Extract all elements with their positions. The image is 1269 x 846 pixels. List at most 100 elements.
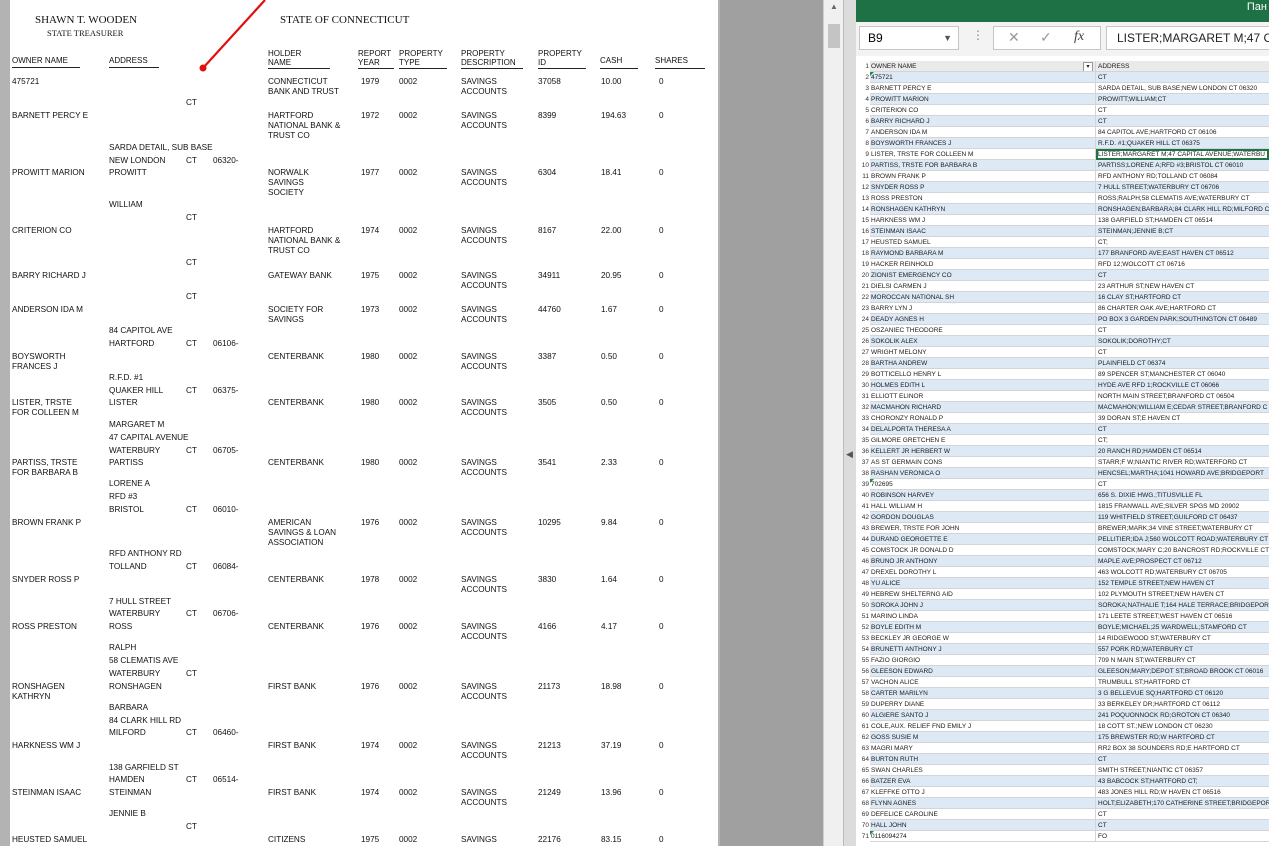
row-number[interactable]: 44 <box>856 534 869 545</box>
table-row[interactable]: 70 HALL JOHN CT <box>856 820 1269 831</box>
cell-address[interactable]: SARDA DETAIL, SUB BASE;NEW LONDON CT 063… <box>1096 83 1269 94</box>
cell-address[interactable]: CT <box>1096 809 1269 820</box>
cell-address[interactable]: FO <box>1096 831 1269 842</box>
table-row[interactable]: 55 FAZIO GIORGIO 709 N MAIN ST;WATERBURY C… <box>856 655 1269 666</box>
table-row[interactable]: 15 HARKNESS WM J 138 GARFIELD ST;HAMDEN CT… <box>856 215 1269 226</box>
cell-address[interactable]: 3 G BELLEVUE SQ;HARTFORD CT 06120 <box>1096 688 1269 699</box>
row-number[interactable]: 1 <box>856 61 869 72</box>
cell-owner-name[interactable]: YU ALICE <box>870 578 1096 589</box>
insert-function-icon[interactable]: fx <box>1074 29 1084 45</box>
row-number[interactable]: 23 <box>856 303 869 314</box>
row-number[interactable]: 31 <box>856 391 869 402</box>
row-number[interactable]: 32 <box>856 402 869 413</box>
cell-owner-name[interactable]: DIELSI CARMEN J <box>870 281 1096 292</box>
row-number[interactable]: 70 <box>856 820 869 831</box>
table-row[interactable]: 11 BROWN FRANK P RFD ANTHONY RD;TOLLAND CT… <box>856 171 1269 182</box>
cell-address[interactable]: CT <box>1096 116 1269 127</box>
cell-owner-name[interactable]: RONSHAGEN KATHRYN <box>870 204 1096 215</box>
cell-address[interactable]: 1815 FRANWALL AVE;SILVER SPGS MD 20902 <box>1096 501 1269 512</box>
cell-owner-name[interactable]: BECKLEY JR GEORGE W <box>870 633 1096 644</box>
cell-owner-name[interactable]: DREXEL DOROTHY L <box>870 567 1096 578</box>
row-number[interactable]: 39 <box>856 479 869 490</box>
cell-owner-name[interactable]: ROBINSON HARVEY <box>870 490 1096 501</box>
cell-owner-name[interactable]: ALGIERE SANTO J <box>870 710 1096 721</box>
row-number[interactable]: 20 <box>856 270 869 281</box>
cell-owner-name[interactable]: AS ST GERMAIN CONS <box>870 457 1096 468</box>
number-as-text-warning-icon[interactable] <box>870 72 874 76</box>
row-number[interactable]: 58 <box>856 688 869 699</box>
row-number[interactable]: 50 <box>856 600 869 611</box>
row-number[interactable]: 40 <box>856 490 869 501</box>
cell-address[interactable]: LISTER;MARGARET M;47 CAPITAL AVENUE;WATE… <box>1096 149 1269 160</box>
table-row[interactable]: 8 BOYSWORTH FRANCES J R.F.D. #1;QUAKER HIL… <box>856 138 1269 149</box>
row-number[interactable]: 36 <box>856 446 869 457</box>
row-number[interactable]: 56 <box>856 666 869 677</box>
cell-owner-name[interactable]: PROWITT MARION <box>870 94 1096 105</box>
cell-address[interactable]: RFD 12;WOLCOTT CT 06716 <box>1096 259 1269 270</box>
cell-owner-name[interactable]: BROWN FRANK P <box>870 171 1096 182</box>
cell-owner-name[interactable]: FAZIO GIORGIO <box>870 655 1096 666</box>
table-row[interactable]: 6 BARRY RICHARD J CT <box>856 116 1269 127</box>
table-row[interactable]: 5 CRITERION CO CT <box>856 105 1269 116</box>
cell-address[interactable]: RR2 BOX 38 SOUNDERS RD;E HARTFORD CT <box>1096 743 1269 754</box>
table-row[interactable]: 57 VACHON ALICE TRUMBULL ST;HARTFORD CT <box>856 677 1269 688</box>
cell-owner-name[interactable]: BARRY RICHARD J <box>870 116 1096 127</box>
cell-owner-name[interactable]: BARNETT PERCY E <box>870 83 1096 94</box>
scrollbar-thumb[interactable] <box>828 24 840 48</box>
cell-address[interactable]: 43 BABCOCK ST;HARTFORD CT; <box>1096 776 1269 787</box>
row-number[interactable]: 26 <box>856 336 869 347</box>
cell-owner-name[interactable]: ANDERSON IDA M <box>870 127 1096 138</box>
row-number[interactable]: 10 <box>856 160 869 171</box>
row-number[interactable]: 27 <box>856 347 869 358</box>
cell-address[interactable]: 656 S. DIXIE HWG.;TITUSVILLE FL <box>1096 490 1269 501</box>
row-number[interactable]: 24 <box>856 314 869 325</box>
row-number[interactable]: 69 <box>856 809 869 820</box>
chevron-down-icon[interactable]: ▼ <box>943 27 952 49</box>
filter-dropdown-icon[interactable]: ▾ <box>1083 62 1093 71</box>
table-row[interactable]: 22 MOROCCAN NATIONAL SH 16 CLAY ST;HARTFOR… <box>856 292 1269 303</box>
cell-owner-name[interactable]: STEINMAN ISAAC <box>870 226 1096 237</box>
cell-address[interactable]: 102 PLYMOUTH STREET;NEW HAVEN CT <box>1096 589 1269 600</box>
row-number[interactable]: 5 <box>856 105 869 116</box>
cell-owner-name[interactable]: SWAN CHARLES <box>870 765 1096 776</box>
cell-address[interactable]: PROWITT;WILLIAM;CT <box>1096 94 1269 105</box>
cell-owner-name[interactable]: HEBREW SHELTERNG AID <box>870 589 1096 600</box>
cell-address[interactable]: 16 CLAY ST;HARTFORD CT <box>1096 292 1269 303</box>
cell-owner-name[interactable]: VACHON ALICE <box>870 677 1096 688</box>
cell-address[interactable]: PO BOX 3 GARDEN PARK;SOUTHINGTON CT 0648… <box>1096 314 1269 325</box>
row-number[interactable]: 48 <box>856 578 869 589</box>
number-as-text-warning-icon[interactable] <box>870 831 874 835</box>
cell-owner-name[interactable]: 702695 <box>870 479 1096 490</box>
table-row[interactable]: 50 SOROKA JOHN J SOROKA;NATHALIE T;164 HAL… <box>856 600 1269 611</box>
row-number[interactable]: 6 <box>856 116 869 127</box>
table-row[interactable]: 30 HOLMES EDITH L HYDE AVE RFD 1;ROCKVILLE… <box>856 380 1269 391</box>
cell-address[interactable]: NORTH MAIN STREET;BRANFORD CT 06504 <box>1096 391 1269 402</box>
row-number[interactable]: 46 <box>856 556 869 567</box>
table-row[interactable]: 67 KLEFFKE OTTO J 483 JONES HILL RD;W HAVE… <box>856 787 1269 798</box>
table-row[interactable]: 64 BURTON RUTH CT <box>856 754 1269 765</box>
cell-owner-name[interactable]: HARKNESS WM J <box>870 215 1096 226</box>
row-number[interactable]: 15 <box>856 215 869 226</box>
row-number[interactable]: 22 <box>856 292 869 303</box>
table-row[interactable]: 63 MAGRI MARY RR2 BOX 38 SOUNDERS RD;E HAR… <box>856 743 1269 754</box>
formula-input[interactable]: LISTER;MARGARET M;47 C <box>1106 26 1269 50</box>
row-number[interactable]: 52 <box>856 622 869 633</box>
cell-address[interactable]: CT <box>1096 270 1269 281</box>
row-number[interactable]: 42 <box>856 512 869 523</box>
number-as-text-warning-icon[interactable] <box>870 479 874 483</box>
row-number[interactable]: 4 <box>856 94 869 105</box>
cell-owner-name[interactable]: BOTTICELLO HENRY L <box>870 369 1096 380</box>
cell-address[interactable]: RONSHAGEN;BARBARA;84 CLARK HILL RD;MILFO… <box>1096 204 1269 215</box>
cell-address[interactable]: STEINMAN;JENNIE B;CT <box>1096 226 1269 237</box>
table-row[interactable]: 9 LISTER, TRSTE FOR COLLEEN M LISTER;MARGA… <box>856 149 1269 160</box>
table-row[interactable]: 41 HALL WILLIAM H 1815 FRANWALL AVE;SILVER… <box>856 501 1269 512</box>
cell-address[interactable]: 7 HULL STREET;WATERBURY CT 06706 <box>1096 182 1269 193</box>
cell-address[interactable]: CT <box>1096 105 1269 116</box>
table-row[interactable]: 46 BRUNO JR ANTHONY MAPLE AVE;PROSPECT CT … <box>856 556 1269 567</box>
cell-address[interactable]: SOROKA;NATHALIE T;164 HALE TERRACE;BRIDG… <box>1096 600 1269 611</box>
row-number[interactable]: 11 <box>856 171 869 182</box>
cell-address[interactable]: SMITH STREET;NIANTIC CT 06357 <box>1096 765 1269 776</box>
cell-owner-name[interactable]: MOROCCAN NATIONAL SH <box>870 292 1096 303</box>
table-row[interactable]: 14 RONSHAGEN KATHRYN RONSHAGEN;BARBARA;84 … <box>856 204 1269 215</box>
cell-owner-name[interactable]: PARTISS, TRSTE FOR BARBARA B <box>870 160 1096 171</box>
